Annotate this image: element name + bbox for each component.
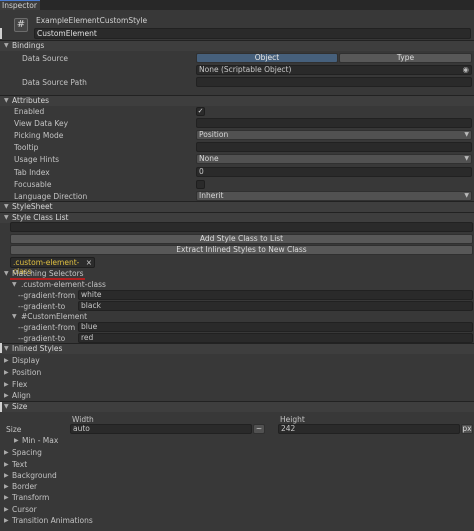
- selector-name: #CustomElement: [21, 312, 88, 321]
- picking-mode-label: Picking Mode: [14, 131, 64, 140]
- group-border[interactable]: Border: [12, 481, 37, 492]
- data-source-path-label: Data Source Path: [22, 78, 87, 87]
- section-label: StyleSheet: [12, 202, 53, 211]
- chevron-right-icon[interactable]: ▶: [4, 447, 9, 458]
- view-data-key-field[interactable]: [196, 118, 472, 128]
- data-source-object-field[interactable]: None (Scriptable Object) ◉: [196, 65, 472, 75]
- element-name-field[interactable]: CustomElement: [34, 28, 471, 39]
- chevron-down-icon[interactable]: ▼: [4, 268, 9, 279]
- group-position[interactable]: Position: [12, 367, 41, 378]
- group-transition-animations[interactable]: Transition Animations: [12, 515, 93, 526]
- selection-marker: [0, 402, 2, 412]
- chevron-right-icon[interactable]: ▶: [4, 515, 9, 526]
- chevron-down-icon: ▼: [4, 42, 9, 49]
- selection-marker: [0, 28, 2, 39]
- style-class-pill[interactable]: .custom-element-class ×: [10, 257, 95, 276]
- component-title: ExampleElementCustomStyle: [36, 16, 148, 25]
- focusable-label: Focusable: [14, 180, 52, 189]
- chevron-down-icon: ▼: [4, 97, 9, 104]
- group-cursor[interactable]: Cursor: [12, 504, 37, 515]
- chevron-down-icon: ▼: [464, 131, 469, 138]
- view-data-key-label: View Data Key: [14, 119, 69, 128]
- object-picker-icon[interactable]: ◉: [462, 66, 469, 74]
- chevron-down-icon: ▼: [464, 192, 469, 199]
- chevron-right-icon[interactable]: ▶: [14, 435, 19, 446]
- group-display[interactable]: Display: [12, 355, 40, 366]
- width-field[interactable]: auto: [70, 424, 252, 434]
- selector-prop-value: red: [78, 333, 473, 343]
- group-spacing[interactable]: Spacing: [12, 447, 42, 458]
- section-label: Attributes: [12, 96, 50, 105]
- data-source-path-field[interactable]: [196, 77, 472, 87]
- group-size-header[interactable]: ▼ Size: [0, 401, 474, 412]
- chevron-right-icon[interactable]: ▶: [4, 379, 9, 390]
- extract-inlined-styles-button[interactable]: Extract Inlined Styles to New Class: [10, 245, 473, 255]
- section-bindings[interactable]: ▼ Bindings: [0, 40, 474, 51]
- section-inlined-styles[interactable]: ▼ Inlined Styles: [0, 343, 474, 354]
- tab-index-field[interactable]: 0: [196, 167, 472, 177]
- section-label: Inlined Styles: [12, 344, 63, 353]
- chevron-down-icon: ▼: [4, 403, 9, 410]
- segment-object[interactable]: Object: [196, 53, 338, 63]
- tab-inspector[interactable]: Inspector: [0, 0, 40, 10]
- selector-prop-name: --gradient-from: [18, 323, 76, 332]
- group-align[interactable]: Align: [12, 390, 31, 401]
- selector-prop-value: blue: [78, 322, 473, 332]
- group-transform[interactable]: Transform: [12, 492, 49, 503]
- chevron-right-icon[interactable]: ▶: [4, 492, 9, 503]
- min-max-foldout[interactable]: Min - Max: [22, 435, 58, 446]
- selection-marker: [0, 343, 2, 353]
- group-flex[interactable]: Flex: [12, 379, 27, 390]
- selector-name: .custom-element-class: [21, 280, 106, 289]
- chevron-right-icon[interactable]: ▶: [4, 390, 9, 401]
- enabled-label: Enabled: [14, 107, 45, 116]
- style-class-input[interactable]: [10, 222, 473, 232]
- usage-hints-dropdown[interactable]: None ▼: [196, 154, 472, 164]
- section-attributes[interactable]: ▼ Attributes: [0, 95, 474, 106]
- height-unit-dropdown[interactable]: px: [461, 424, 473, 434]
- chevron-down-icon: ▼: [4, 214, 9, 221]
- section-stylesheet[interactable]: ▼ StyleSheet: [0, 201, 474, 212]
- chevron-down-icon: ▼: [4, 345, 9, 352]
- height-field[interactable]: 242: [278, 424, 460, 434]
- chevron-right-icon[interactable]: ▶: [4, 355, 9, 366]
- segment-type[interactable]: Type: [339, 53, 472, 63]
- tab-bar: [0, 0, 474, 10]
- section-label: Bindings: [12, 41, 45, 50]
- close-icon[interactable]: ×: [86, 258, 92, 267]
- chevron-right-icon[interactable]: ▶: [4, 470, 9, 481]
- enabled-checkbox[interactable]: ✓: [196, 107, 205, 116]
- chevron-right-icon[interactable]: ▶: [4, 459, 9, 470]
- chevron-down-icon[interactable]: ▼: [12, 279, 17, 290]
- group-background[interactable]: Background: [12, 470, 57, 481]
- section-label: Size: [12, 402, 28, 411]
- focusable-checkbox[interactable]: [196, 180, 205, 189]
- chevron-right-icon[interactable]: ▶: [4, 481, 9, 492]
- chevron-down-icon: ▼: [4, 203, 9, 210]
- selector-prop-value: white: [78, 290, 473, 300]
- chevron-right-icon[interactable]: ▶: [4, 504, 9, 515]
- tab-index-label: Tab Index: [14, 168, 50, 177]
- tooltip-field[interactable]: [196, 142, 472, 152]
- selector-prop-name: --gradient-from: [18, 291, 76, 300]
- chevron-down-icon[interactable]: ▼: [12, 311, 17, 322]
- picking-mode-dropdown[interactable]: Position ▼: [196, 130, 472, 140]
- add-style-class-button[interactable]: Add Style Class to List: [10, 234, 473, 244]
- group-text[interactable]: Text: [12, 459, 27, 470]
- tooltip-label: Tooltip: [14, 143, 39, 152]
- selector-prop-value: black: [78, 301, 473, 311]
- hash-icon: #: [14, 18, 28, 32]
- chevron-down-icon: ▼: [464, 155, 469, 162]
- size-row-label: Size: [6, 425, 22, 434]
- width-unit-dropdown[interactable]: ~: [253, 424, 265, 434]
- data-source-label: Data Source: [22, 54, 69, 63]
- usage-hints-label: Usage Hints: [14, 155, 60, 164]
- language-direction-dropdown[interactable]: Inherit ▼: [196, 191, 472, 201]
- chevron-right-icon[interactable]: ▶: [4, 367, 9, 378]
